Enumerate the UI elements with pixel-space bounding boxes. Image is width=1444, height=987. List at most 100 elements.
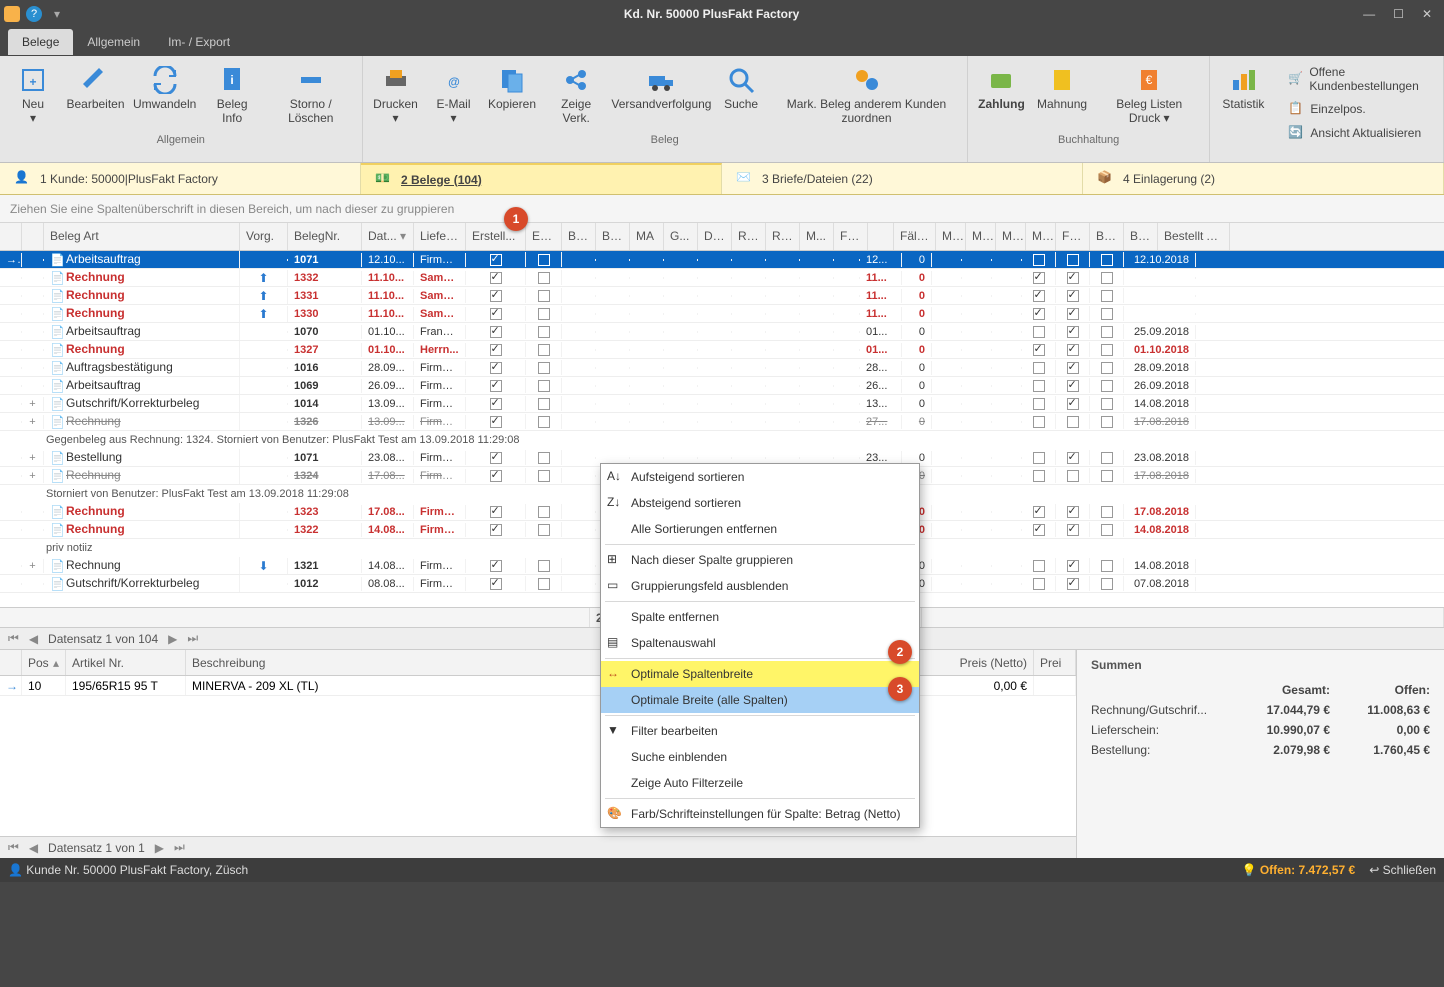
ctx-autofilter[interactable]: Zeige Auto Filterzeile	[601, 770, 919, 796]
table-row[interactable]: 📄Rechnung ⬆ 1330 11.10... Samme... 11...…	[0, 305, 1444, 323]
group-beleg-label: Beleg	[369, 130, 961, 146]
tab-briefe[interactable]: ✉️3 Briefe/Dateien (22)	[722, 163, 1083, 194]
ctx-search-show[interactable]: Suche einblenden	[601, 744, 919, 770]
status-customer-icon: 👤	[8, 863, 23, 877]
col-vorg[interactable]: Vorg.	[240, 223, 288, 250]
close-button[interactable]: ✕	[1422, 7, 1432, 21]
doc-icon: 📄	[50, 559, 64, 573]
mahnung-button[interactable]: Mahnung	[1033, 62, 1091, 130]
zahlung-button[interactable]: Zahlung	[974, 62, 1029, 130]
mail-icon: ✉️	[736, 170, 754, 188]
svg-text:+: +	[29, 75, 36, 89]
suche-button[interactable]: Suche	[714, 62, 768, 130]
table-row[interactable]: + 📄Rechnung 1326 13.09... Firma Pl... 27…	[0, 413, 1444, 431]
money-icon: 💵	[375, 171, 393, 189]
doc-icon: 📄	[50, 253, 64, 267]
doc-icon: 📄	[50, 361, 64, 375]
col-liefer[interactable]: Liefera...	[414, 223, 466, 250]
menu-imexport[interactable]: Im- / Export	[154, 29, 244, 55]
drucken-button[interactable]: Drucken▾	[369, 62, 423, 130]
storno-button[interactable]: Storno / Löschen	[266, 62, 355, 130]
context-menu: A↓Aufsteigend sortieren Z↓Absteigend sor…	[600, 463, 920, 828]
table-row[interactable]: 📄Rechnung ⬆ 1332 11.10... Samme... 11...…	[0, 269, 1444, 287]
dropdown-icon[interactable]: ▾	[48, 7, 60, 21]
ctx-bestfit[interactable]: ↔Optimale Spaltenbreite	[601, 661, 919, 687]
palette-icon: 🎨	[607, 806, 623, 822]
status-close-button[interactable]: ↩ Schließen	[1369, 863, 1436, 877]
ctx-group[interactable]: ⊞Nach dieser Spalte gruppieren	[601, 547, 919, 573]
ctx-sort-clear[interactable]: Alle Sortierungen entfernen	[601, 516, 919, 542]
table-row[interactable]: → 📄Arbeitsauftrag 1071 12.10... Firma Pl…	[0, 251, 1444, 269]
mark-button[interactable]: Mark. Beleg anderem Kunden zuordnen	[772, 62, 961, 130]
ctx-sort-desc[interactable]: Z↓Absteigend sortieren	[601, 490, 919, 516]
col-erle[interactable]: Erle...	[526, 223, 562, 250]
doc-icon: 📄	[50, 469, 64, 483]
group-buch-label: Buchhaltung	[974, 130, 1204, 146]
neu-button[interactable]: +Neu▾	[6, 62, 60, 130]
col-belegart[interactable]: Beleg Art	[44, 223, 240, 250]
maximize-button[interactable]: ☐	[1393, 7, 1404, 21]
app-icon	[4, 6, 20, 22]
email-button[interactable]: @E-Mail▾	[427, 62, 481, 130]
versand-button[interactable]: Versandverfolgung	[613, 62, 710, 130]
group-icon: ⊞	[607, 552, 623, 568]
doc-icon: 📄	[50, 343, 64, 357]
ctx-col-chooser[interactable]: ▤Spaltenauswahl	[601, 630, 919, 656]
tab-einlagerung[interactable]: 📦4 Einlagerung (2)	[1083, 163, 1444, 194]
ansicht-link[interactable]: 🔄Ansicht Aktualisieren	[1282, 122, 1437, 144]
offene-link[interactable]: 🛒Offene Kundenbestellungen	[1282, 62, 1437, 96]
ctx-groupfield-hide[interactable]: ▭Gruppierungsfeld ausblenden	[601, 573, 919, 599]
beleglisten-button[interactable]: €Beleg Listen Druck ▾	[1095, 62, 1203, 130]
ctx-col-remove[interactable]: Spalte entfernen	[601, 604, 919, 630]
table-row[interactable]: 📄Rechnung ⬆ 1331 11.10... Samme... 11...…	[0, 287, 1444, 305]
pager-text: Datensatz 1 von 104	[48, 632, 158, 646]
pager-last[interactable]: ⏭	[187, 631, 198, 646]
window-title: Kd. Nr. 50000 PlusFakt Factory	[60, 7, 1363, 21]
col-dat[interactable]: Dat... ▾	[362, 223, 414, 250]
table-row[interactable]: + 📄Gutschrift/Korrekturbeleg 1014 13.09.…	[0, 395, 1444, 413]
tab-belege[interactable]: 💵2 Belege (104)	[361, 163, 722, 194]
table-row[interactable]: 📄Rechnung 1327 01.10... Herrn... 01... 0…	[0, 341, 1444, 359]
bearbeiten-button[interactable]: Bearbeiten	[64, 62, 127, 130]
groupby-bar[interactable]: Ziehen Sie eine Spaltenüberschrift in di…	[0, 195, 1444, 223]
ctx-sort-asc[interactable]: A↓Aufsteigend sortieren	[601, 464, 919, 490]
table-row[interactable]: 📄Arbeitsauftrag 1070 01.10... Franz T...…	[0, 323, 1444, 341]
help-icon[interactable]: ?	[26, 6, 42, 22]
table-row[interactable]: 📄Auftragsbestätigung 1016 28.09... Firma…	[0, 359, 1444, 377]
col-belegnr[interactable]: BelegNr.	[288, 223, 362, 250]
doc-icon: 📄	[50, 577, 64, 591]
ctx-filter-edit[interactable]: ▼Filter bearbeiten	[601, 718, 919, 744]
sort-asc-icon: A↓	[607, 469, 623, 485]
main-grid: 1 Beleg Art Vorg. BelegNr. Dat... ▾ Lief…	[0, 223, 1444, 627]
einzelpos-link[interactable]: 📋Einzelpos.	[1282, 98, 1437, 120]
kopieren-button[interactable]: Kopieren	[485, 62, 540, 130]
menu-belege[interactable]: Belege	[8, 29, 73, 55]
pager-prev[interactable]: ◀	[29, 632, 38, 646]
columns-icon: ▤	[607, 635, 623, 651]
doc-icon: 📄	[50, 289, 64, 303]
minimize-button[interactable]: —	[1363, 7, 1375, 21]
statistik-button[interactable]: Statistik	[1216, 62, 1270, 144]
ctx-font-color[interactable]: 🎨Farb/Schrifteinstellungen für Spalte: B…	[601, 801, 919, 827]
refresh-icon: 🔄	[1288, 125, 1304, 141]
callout-1: 1	[504, 207, 528, 231]
row-note: Gegenbeleg aus Rechnung: 1324. Storniert…	[0, 431, 1444, 449]
ribbon: +Neu▾ Bearbeiten Umwandeln iBeleg Info S…	[0, 56, 1444, 163]
hide-icon: ▭	[607, 578, 623, 594]
statusbar: 👤 Kunde Nr. 50000 PlusFakt Factory, Züsc…	[0, 858, 1444, 882]
doc-icon: 📄	[50, 379, 64, 393]
tab-kunde[interactable]: 👤1 Kunde: 50000|PlusFakt Factory	[0, 163, 361, 194]
umwandeln-button[interactable]: Umwandeln	[131, 62, 198, 130]
pager-detail: ⏮◀ Datensatz 1 von 1 ▶⏭	[0, 836, 1076, 858]
storage-icon: 📦	[1097, 170, 1115, 188]
pager-next[interactable]: ▶	[168, 632, 177, 646]
doc-icon: 📄	[50, 415, 64, 429]
zeigeverk-button[interactable]: Zeige Verk.	[544, 62, 609, 130]
ctx-bestfit-all[interactable]: Optimale Breite (alle Spalten)	[601, 687, 919, 713]
pager-first[interactable]: ⏮	[8, 631, 19, 646]
table-row[interactable]: 📄Arbeitsauftrag 1069 26.09... Firma Pl..…	[0, 377, 1444, 395]
subtabs: 👤1 Kunde: 50000|PlusFakt Factory 💵2 Bele…	[0, 163, 1444, 195]
beleginfo-button[interactable]: iBeleg Info	[202, 62, 262, 130]
menu-allgemein[interactable]: Allgemein	[73, 29, 154, 55]
doc-icon: 📄	[50, 397, 64, 411]
